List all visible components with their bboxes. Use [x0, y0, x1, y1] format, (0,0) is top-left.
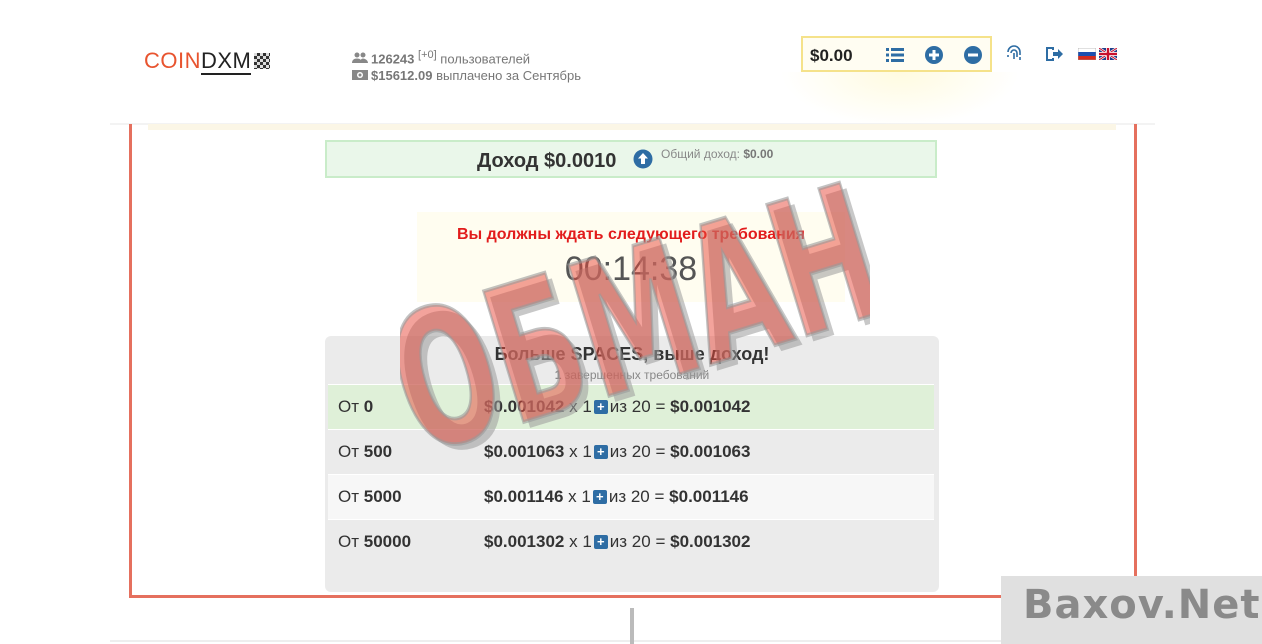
plus-square-icon[interactable]: +: [593, 400, 608, 414]
fingerprint-icon[interactable]: [1004, 44, 1024, 64]
row-of: из 20 =: [608, 487, 665, 506]
site-stats: 126243 [+0] пользователей $15612.09 выпл…: [352, 47, 581, 84]
paid-label: выплачено за Сентябрь: [436, 68, 581, 84]
logout-icon[interactable]: [1043, 44, 1063, 64]
footer-scroll-marker: [630, 608, 634, 644]
users-stat: 126243 [+0] пользователей: [352, 47, 581, 67]
list-icon[interactable]: [885, 45, 905, 65]
row-calc: $0.001042 x 1 + из 20 = $0.001042: [484, 397, 750, 417]
row-from-value: 500: [363, 442, 393, 461]
plus-square-icon[interactable]: +: [592, 490, 607, 504]
row-from-value: 0: [363, 397, 374, 416]
completed-claims: 1 завершенных требований: [325, 368, 939, 382]
users-count: 126243: [371, 51, 415, 67]
logo-checker-icon: [254, 53, 271, 69]
income-label: Доход $0.0010: [477, 150, 617, 172]
wait-box: Вы должны ждать следующего требования 00…: [417, 212, 845, 302]
row-from-value: 5000: [363, 487, 402, 506]
completed-count: 1: [554, 368, 562, 382]
users-icon: [352, 52, 368, 64]
row-total: $0.001146: [669, 487, 749, 506]
row-rate: $0.001063: [484, 442, 565, 461]
flag-ru-icon[interactable]: [1078, 48, 1096, 60]
row-total: $0.001063: [670, 442, 751, 461]
row-of: из 20 =: [609, 397, 666, 416]
watermark-text: Baxov.Net: [1023, 582, 1261, 628]
balance-amount: $0.00: [810, 46, 853, 65]
countdown-timer: 00:14:38: [564, 250, 698, 288]
table-row: От 50000 $0.001302 x 1 + из 20 = $0.001302: [328, 519, 934, 564]
row-calc: $0.001063 x 1 + из 20 = $0.001063: [484, 442, 750, 462]
row-calc: $0.001146 x 1 + из 20 = $0.001146: [484, 487, 749, 507]
money-icon: [352, 70, 368, 81]
row-from: От 500: [338, 442, 392, 462]
logo-coin: COIN: [144, 48, 201, 73]
site-logo[interactable]: COINDXM: [144, 48, 271, 75]
row-from-label: От: [338, 442, 360, 461]
row-mult: x 1: [569, 442, 592, 461]
plus-square-icon[interactable]: +: [593, 535, 608, 549]
row-from: От 5000: [338, 487, 402, 507]
row-mult: x 1: [568, 487, 591, 506]
balance-box: $0.00: [801, 36, 992, 72]
total-income: Общий доход: $0.00: [661, 147, 773, 161]
plus-circle-icon[interactable]: [924, 45, 944, 65]
row-from-label: От: [338, 397, 360, 416]
row-of: из 20 =: [609, 532, 666, 551]
minus-circle-icon[interactable]: [963, 45, 983, 65]
balance-glow: [780, 72, 1020, 127]
spaces-panel: Больше SPACES, выше доход! 1 завершенных…: [325, 336, 939, 592]
row-mult: x 1: [569, 397, 592, 416]
watermark: Baxov.Net: [1001, 576, 1262, 644]
language-flags: [1078, 47, 1120, 65]
row-from-label: От: [338, 532, 360, 551]
row-total: $0.001042: [670, 397, 751, 416]
table-row: От 5000 $0.001146 x 1 + из 20 = $0.001146: [328, 474, 934, 519]
row-calc: $0.001302 x 1 + из 20 = $0.001302: [484, 532, 750, 552]
paid-amount: $15612.09: [371, 68, 433, 84]
plus-square-icon[interactable]: +: [593, 445, 608, 459]
total-income-label: Общий доход:: [661, 147, 740, 161]
row-from-value: 50000: [363, 532, 412, 551]
row-total: $0.001302: [670, 532, 751, 551]
completed-label: завершенных требований: [564, 368, 710, 382]
users-label: пользователей: [440, 51, 531, 67]
row-rate: $0.001146: [484, 487, 564, 506]
users-delta: [+0]: [418, 49, 437, 61]
row-rate: $0.001042: [484, 397, 565, 416]
row-of: из 20 =: [609, 442, 666, 461]
table-row: От 500 $0.001063 x 1 + из 20 = $0.001063: [328, 429, 934, 474]
row-rate: $0.001302: [484, 532, 565, 551]
logo-dxm: DXM: [201, 48, 252, 75]
total-income-value: $0.00: [743, 147, 774, 161]
row-mult: x 1: [569, 532, 592, 551]
arrow-up-circle-icon[interactable]: [633, 149, 653, 169]
wait-message: Вы должны ждать следующего требования: [456, 226, 806, 243]
flag-uk-icon[interactable]: [1099, 48, 1117, 60]
paid-stat: $15612.09 выплачено за Сентябрь: [352, 67, 581, 84]
row-from-label: От: [338, 487, 360, 506]
row-from: От 0: [338, 397, 373, 417]
spaces-title: Больше SPACES, выше доход!: [494, 344, 770, 364]
row-from: От 50000: [338, 532, 411, 552]
income-bar: Доход $0.0010 Общий доход: $0.00: [325, 140, 937, 178]
table-row: От 0 $0.001042 x 1 + из 20 = $0.001042: [328, 384, 934, 429]
